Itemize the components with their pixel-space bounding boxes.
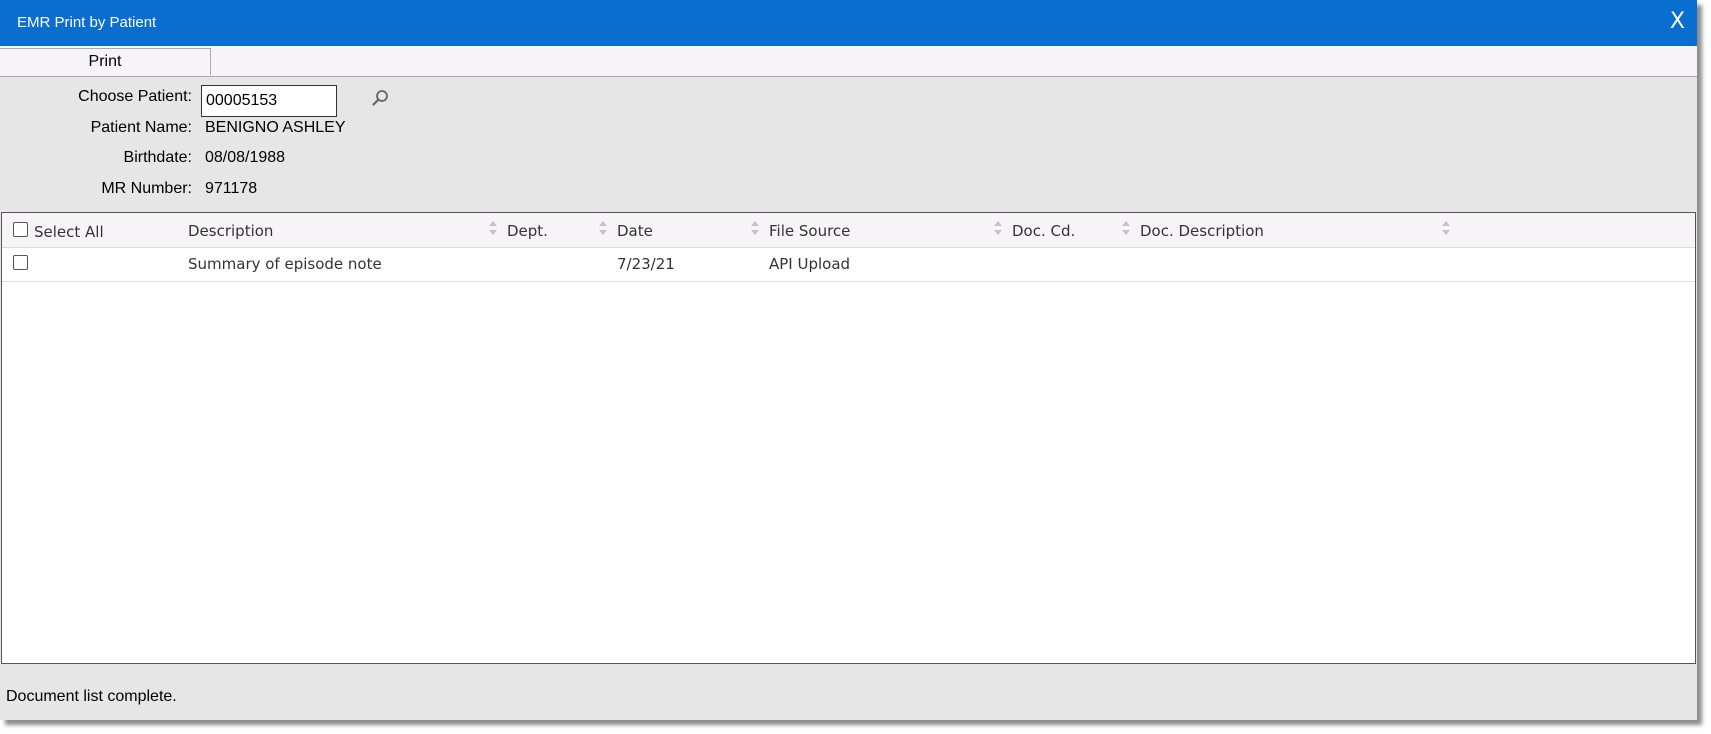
title-bar: EMR Print by Patient X <box>0 0 1697 46</box>
column-header-file-source[interactable]: File Source <box>769 222 850 240</box>
choose-patient-label: Choose Patient: <box>78 88 192 105</box>
birthdate-value: 08/08/1988 <box>205 149 286 166</box>
window-title: EMR Print by Patient <box>17 14 157 31</box>
table-row[interactable]: Summary of episode note 7/23/21 API Uplo… <box>2 247 1695 282</box>
sort-icon[interactable] <box>488 220 498 236</box>
tab-strip: Print <box>0 46 1697 77</box>
column-header-dept[interactable]: Dept. <box>507 222 548 240</box>
row-checkbox[interactable] <box>13 255 28 270</box>
search-icon[interactable] <box>370 87 392 109</box>
select-all-label[interactable]: Select All <box>34 223 104 241</box>
mr-number-label: MR Number: <box>101 180 192 197</box>
sort-icon[interactable] <box>598 220 608 236</box>
sort-icon[interactable] <box>993 220 1003 236</box>
column-header-date[interactable]: Date <box>617 222 653 240</box>
patient-name-label: Patient Name: <box>90 119 192 136</box>
row-file-source: API Upload <box>769 255 851 273</box>
grid-header: Select All Description Dept. Date File S… <box>2 213 1695 248</box>
column-header-doc-description[interactable]: Doc. Description <box>1140 222 1264 240</box>
row-description: Summary of episode note <box>188 255 382 273</box>
row-date: 7/23/21 <box>617 255 675 273</box>
close-icon[interactable]: X <box>1670 9 1685 34</box>
column-header-doc-cd[interactable]: Doc. Cd. <box>1012 222 1075 240</box>
column-header-description[interactable]: Description <box>188 222 273 240</box>
document-grid: Select All Description Dept. Date File S… <box>1 212 1696 664</box>
emr-print-dialog: EMR Print by Patient X Print Choose Pati… <box>0 0 1697 720</box>
sort-icon[interactable] <box>1441 220 1451 236</box>
sort-icon[interactable] <box>750 220 760 236</box>
patient-form: Choose Patient: Patient Name: BENIGNO AS… <box>0 77 1697 211</box>
patient-id-input[interactable] <box>201 85 337 117</box>
birthdate-label: Birthdate: <box>123 149 192 166</box>
tab-print[interactable]: Print <box>0 48 211 75</box>
patient-name-value: BENIGNO ASHLEY <box>205 119 346 136</box>
select-all-checkbox[interactable] <box>13 222 28 237</box>
mr-number-value: 971178 <box>205 180 258 197</box>
sort-icon[interactable] <box>1121 220 1131 236</box>
status-message: Document list complete. <box>6 688 177 705</box>
